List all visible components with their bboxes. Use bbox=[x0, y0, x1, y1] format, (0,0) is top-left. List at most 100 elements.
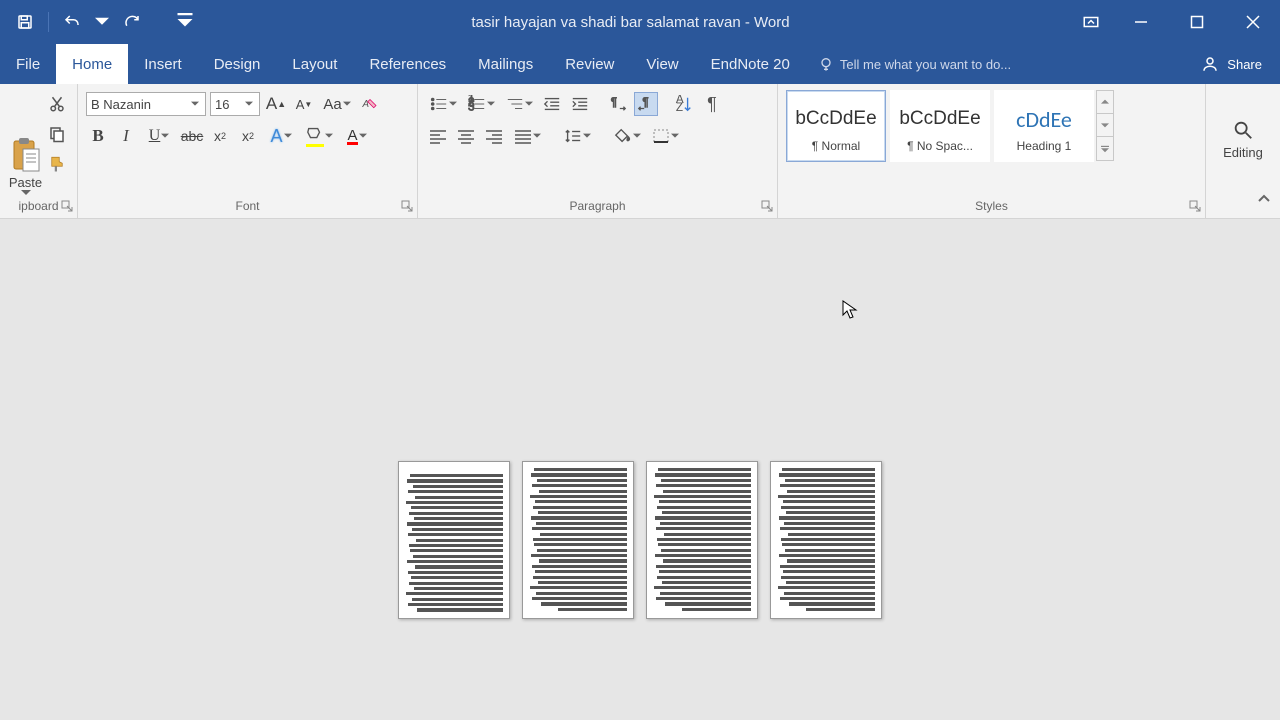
tab-file[interactable]: File bbox=[0, 44, 56, 84]
bullets-button[interactable] bbox=[426, 92, 460, 116]
underline-button[interactable]: U bbox=[142, 124, 176, 148]
italic-button[interactable]: I bbox=[114, 124, 138, 148]
shrink-font-button[interactable]: A▼ bbox=[292, 92, 316, 116]
paragraph-group-label: Paragraph bbox=[426, 196, 769, 218]
ribbon: Paste ipboard B Nazanin 16 A▲ A▼ Aa A bbox=[0, 84, 1280, 219]
shading-button[interactable] bbox=[610, 124, 644, 148]
clipboard-group-label: ipboard bbox=[8, 196, 69, 218]
minimize-button[interactable] bbox=[1118, 8, 1164, 36]
format-painter-button[interactable] bbox=[45, 152, 69, 176]
bold-button[interactable]: B bbox=[86, 124, 110, 148]
style-expand[interactable] bbox=[1097, 137, 1113, 160]
tab-review[interactable]: Review bbox=[549, 44, 630, 84]
svg-text:¶: ¶ bbox=[611, 96, 617, 109]
tab-home[interactable]: Home bbox=[56, 44, 128, 84]
tell-me-label: Tell me what you want to do... bbox=[840, 57, 1011, 72]
font-dialog-launcher[interactable] bbox=[401, 200, 415, 214]
paste-button[interactable]: Paste bbox=[8, 88, 43, 196]
text-effects-button[interactable]: A bbox=[264, 124, 298, 148]
redo-button[interactable] bbox=[115, 8, 149, 36]
cut-button[interactable] bbox=[45, 92, 69, 116]
font-name-combo[interactable]: B Nazanin bbox=[86, 92, 206, 116]
svg-text:Z: Z bbox=[676, 101, 683, 113]
group-paragraph: 123 ¶ ¶ AZ ¶ bbox=[418, 84, 778, 218]
ribbon-display-button[interactable] bbox=[1074, 8, 1108, 36]
grow-font-button[interactable]: A▲ bbox=[264, 92, 288, 116]
numbering-button[interactable]: 123 bbox=[464, 92, 498, 116]
document-canvas[interactable] bbox=[0, 219, 1280, 720]
undo-dropdown[interactable] bbox=[95, 8, 109, 36]
mouse-cursor-icon bbox=[842, 300, 858, 320]
line-spacing-button[interactable] bbox=[560, 124, 594, 148]
clear-format-button[interactable]: A bbox=[358, 92, 382, 116]
group-clipboard: Paste ipboard bbox=[0, 84, 78, 218]
group-styles: bCcDdEe ¶ Normal bCcDdEe ¶ No Spac... cD… bbox=[778, 84, 1206, 218]
rtl-button[interactable]: ¶ bbox=[634, 92, 658, 116]
close-button[interactable] bbox=[1230, 8, 1276, 36]
style-gallery: bCcDdEe ¶ Normal bCcDdEe ¶ No Spac... cD… bbox=[786, 90, 1094, 162]
tab-layout[interactable]: Layout bbox=[276, 44, 353, 84]
save-button[interactable] bbox=[8, 8, 42, 36]
group-font: B Nazanin 16 A▲ A▼ Aa A B I U abc x2 x2 … bbox=[78, 84, 418, 218]
tell-me[interactable]: Tell me what you want to do... bbox=[806, 44, 1023, 84]
styles-group-label: Styles bbox=[786, 196, 1197, 218]
maximize-button[interactable] bbox=[1174, 8, 1220, 36]
page-3[interactable] bbox=[646, 461, 758, 619]
style-scroll-down[interactable] bbox=[1097, 114, 1113, 137]
highlight-button[interactable] bbox=[302, 124, 336, 148]
justify-button[interactable] bbox=[510, 124, 544, 148]
styles-dialog-launcher[interactable] bbox=[1189, 200, 1203, 214]
change-case-button[interactable]: Aa bbox=[320, 92, 354, 116]
titlebar: tasir hayajan va shadi bar salamat ravan… bbox=[0, 0, 1280, 44]
align-left-button[interactable] bbox=[426, 124, 450, 148]
strike-button[interactable]: abc bbox=[180, 124, 204, 148]
page-2[interactable] bbox=[522, 461, 634, 619]
style-scroll-up[interactable] bbox=[1097, 91, 1113, 114]
collapse-ribbon-button[interactable] bbox=[1254, 188, 1274, 208]
svg-text:¶: ¶ bbox=[642, 96, 648, 109]
style-normal[interactable]: bCcDdEe ¶ Normal bbox=[786, 90, 886, 162]
tab-insert[interactable]: Insert bbox=[128, 44, 198, 84]
tab-view[interactable]: View bbox=[630, 44, 694, 84]
paste-label: Paste bbox=[9, 175, 42, 190]
share-label: Share bbox=[1227, 57, 1262, 72]
align-center-button[interactable] bbox=[454, 124, 478, 148]
style-scroll bbox=[1096, 90, 1114, 161]
superscript-button[interactable]: x2 bbox=[236, 124, 260, 148]
multilevel-list-button[interactable] bbox=[502, 92, 536, 116]
svg-text:3: 3 bbox=[468, 100, 475, 113]
increase-indent-button[interactable] bbox=[568, 92, 592, 116]
tab-endnote[interactable]: EndNote 20 bbox=[695, 44, 806, 84]
clipboard-dialog-launcher[interactable] bbox=[61, 200, 75, 214]
tab-mailings[interactable]: Mailings bbox=[462, 44, 549, 84]
editing-label: Editing bbox=[1223, 145, 1263, 160]
show-marks-button[interactable]: ¶ bbox=[700, 92, 724, 116]
qat-customize[interactable] bbox=[175, 8, 195, 36]
tab-references[interactable]: References bbox=[353, 44, 462, 84]
font-size-combo[interactable]: 16 bbox=[210, 92, 260, 116]
decrease-indent-button[interactable] bbox=[540, 92, 564, 116]
window-controls bbox=[1118, 8, 1276, 36]
paragraph-dialog-launcher[interactable] bbox=[761, 200, 775, 214]
ribbon-tabs: File Home Insert Design Layout Reference… bbox=[0, 44, 1280, 84]
subscript-button[interactable]: x2 bbox=[208, 124, 232, 148]
font-color-button[interactable]: A bbox=[340, 124, 374, 148]
svg-text:A: A bbox=[362, 99, 370, 110]
page-1[interactable] bbox=[398, 461, 510, 619]
share-button[interactable]: Share bbox=[1183, 44, 1280, 84]
page-thumbnails bbox=[398, 461, 882, 720]
align-right-button[interactable] bbox=[482, 124, 506, 148]
copy-button[interactable] bbox=[45, 122, 69, 146]
page-4[interactable] bbox=[770, 461, 882, 619]
style-heading-1[interactable]: cDdEe Heading 1 bbox=[994, 90, 1094, 162]
quick-access-toolbar bbox=[8, 8, 195, 36]
undo-button[interactable] bbox=[55, 8, 89, 36]
tab-design[interactable]: Design bbox=[198, 44, 277, 84]
sort-button[interactable]: AZ bbox=[672, 92, 696, 116]
borders-button[interactable] bbox=[648, 124, 682, 148]
font-group-label: Font bbox=[86, 196, 409, 218]
find-button[interactable] bbox=[1232, 119, 1254, 141]
window-title: tasir hayajan va shadi bar salamat ravan… bbox=[195, 14, 1066, 31]
style-no-spacing[interactable]: bCcDdEe ¶ No Spac... bbox=[890, 90, 990, 162]
ltr-button[interactable]: ¶ bbox=[606, 92, 630, 116]
